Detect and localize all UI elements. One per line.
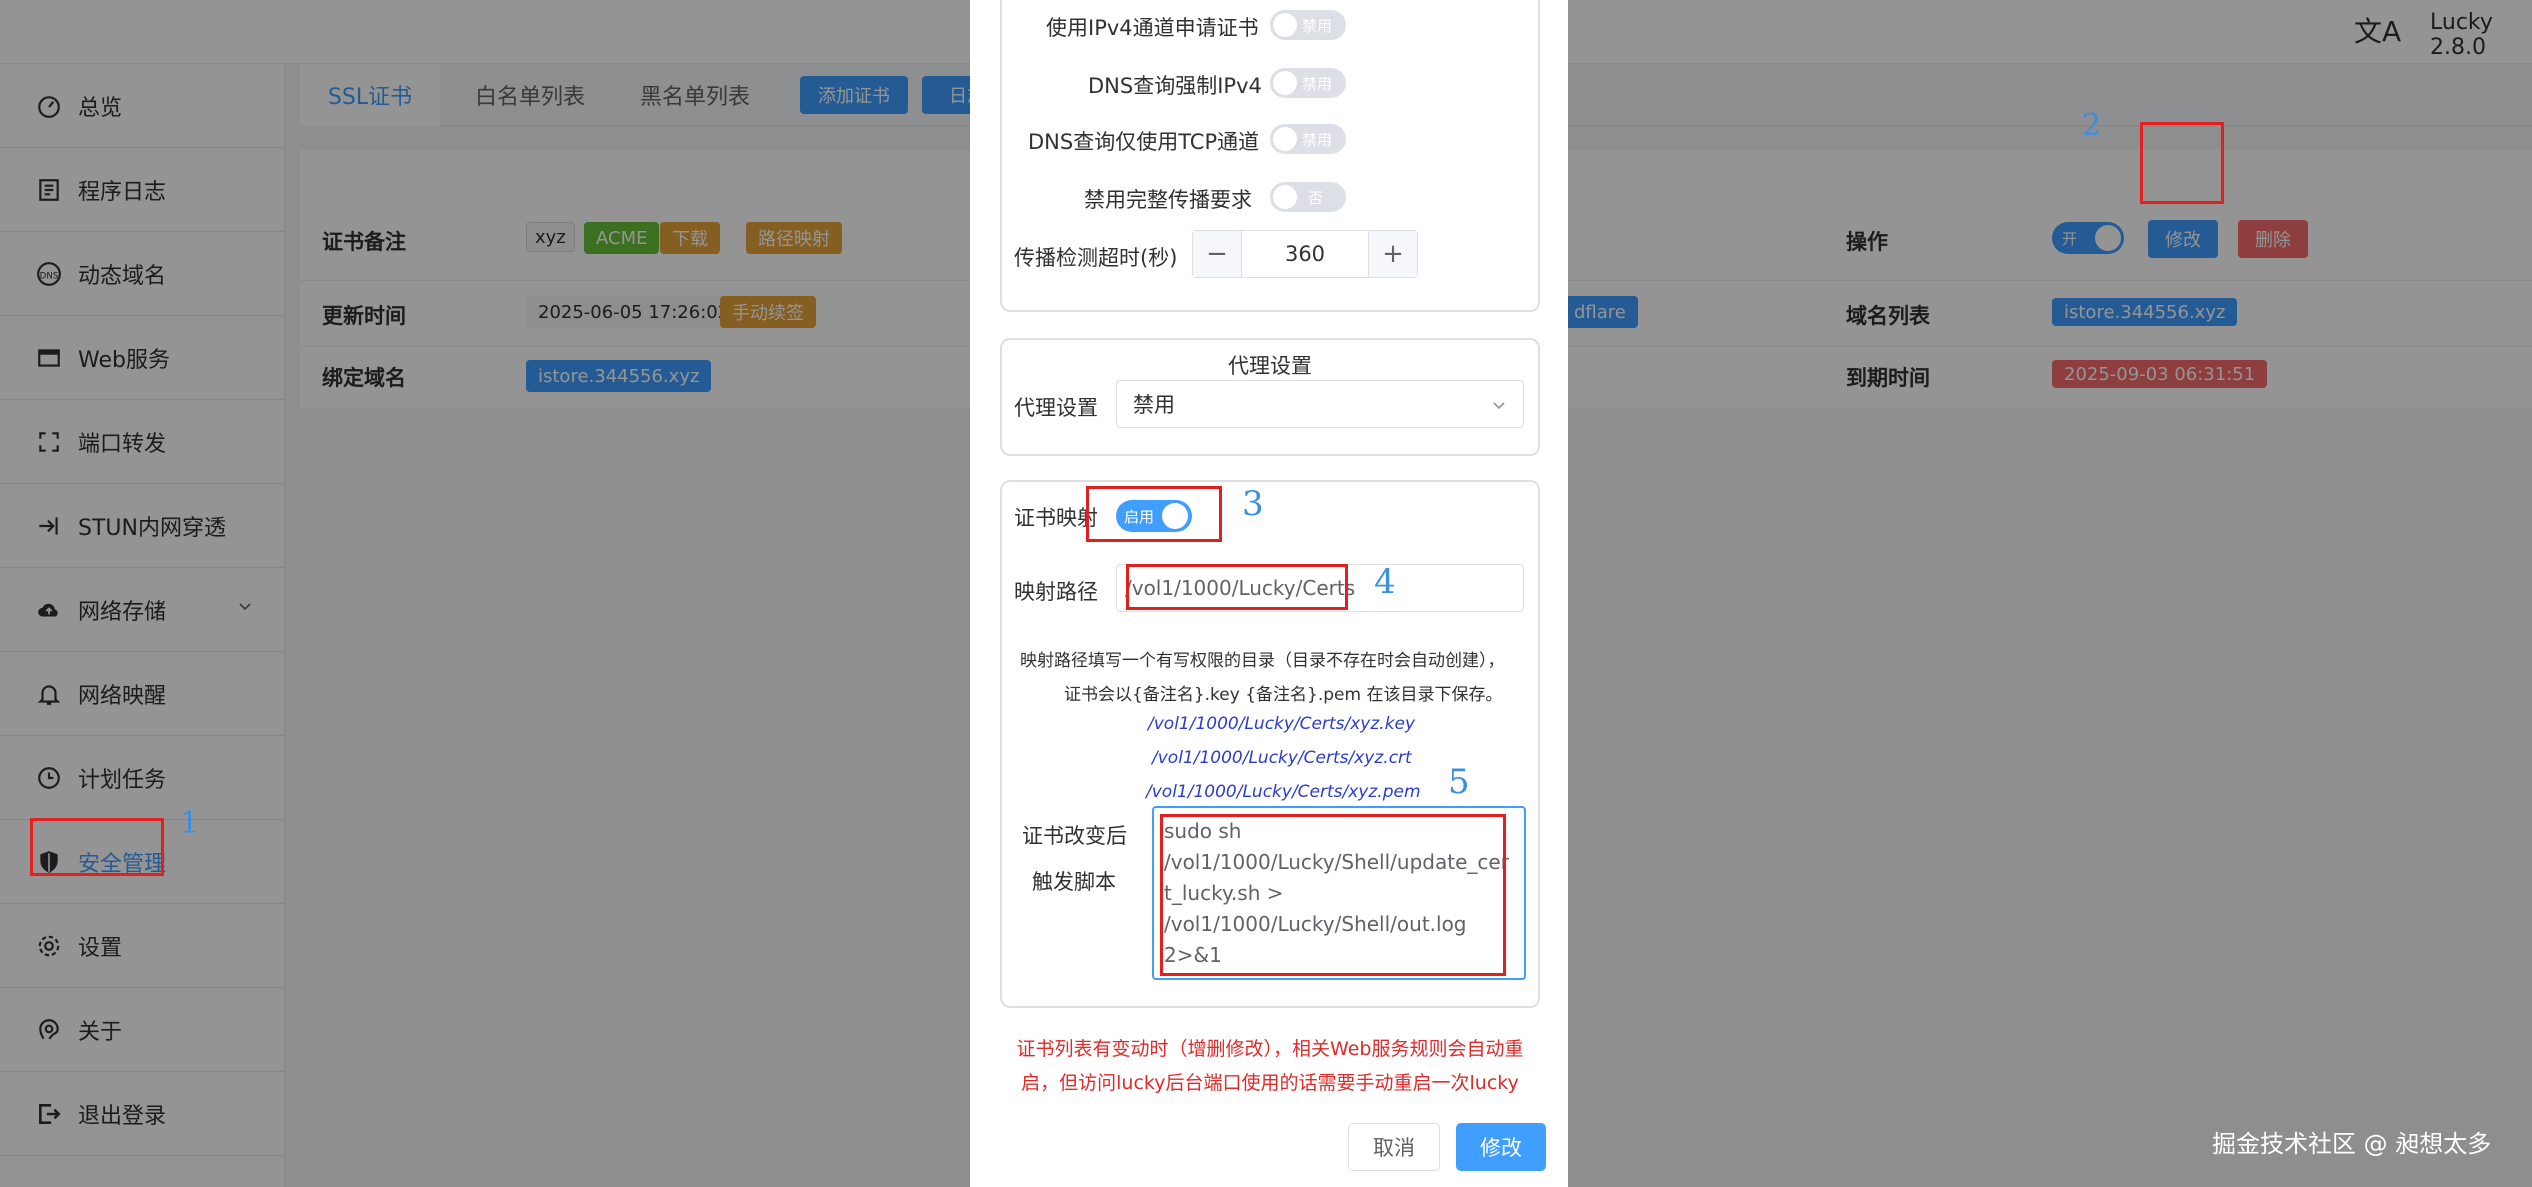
increment-button[interactable]: + — [1369, 231, 1417, 277]
dns-options-panel: 使用IPv4通道申请证书 禁用 DNS查询强制IPv4 禁用 DNS查询仅使用T… — [1000, 0, 1540, 312]
chevron-down-icon — [1493, 402, 1505, 410]
cancel-button[interactable]: 取消 — [1348, 1123, 1440, 1171]
annotation-box-1 — [30, 818, 164, 876]
proxy-label: 代理设置 — [1014, 396, 1098, 420]
ipv4-channel-label: 使用IPv4通道申请证书 — [1046, 16, 1259, 40]
map-path-label: 映射路径 — [1014, 580, 1098, 604]
annotation-2: 2 — [2082, 108, 2102, 143]
proxy-panel: 代理设置 代理设置 禁用 — [1000, 338, 1540, 456]
annotation-box-5 — [1160, 814, 1506, 976]
dns-force-ipv4-switch[interactable]: 禁用 — [1270, 68, 1346, 98]
annotation-box-3 — [1086, 486, 1222, 542]
timeout-value[interactable]: 360 — [1241, 231, 1369, 277]
annotation-box-4 — [1126, 564, 1348, 610]
ipv4-channel-switch[interactable]: 禁用 — [1270, 10, 1346, 40]
proxy-title: 代理设置 — [1228, 354, 1312, 378]
disable-propagation-label: 禁用完整传播要求 — [1084, 188, 1252, 212]
example-crt-path: /vol1/1000/Lucky/Certs/xyz.crt — [1152, 748, 1412, 768]
example-key-path: /vol1/1000/Lucky/Certs/xyz.key — [1148, 714, 1416, 734]
dns-tcp-only-label: DNS查询仅使用TCP通道 — [1028, 130, 1260, 154]
annotation-1: 1 — [180, 806, 200, 841]
annotation-3: 3 — [1242, 484, 1264, 524]
trigger-script-label-2: 触发脚本 — [1032, 870, 1116, 894]
propagation-timeout-label: 传播检测超时(秒) — [1014, 246, 1178, 270]
annotation-4: 4 — [1374, 562, 1396, 602]
warning-line-2: 启，但访问lucky后台端口使用的话需要手动重启一次lucky — [1021, 1072, 1519, 1094]
watermark: 掘金技术社区 @ 昶想太多 — [2212, 1130, 2492, 1158]
example-pem-path: /vol1/1000/Lucky/Certs/xyz.pem — [1146, 782, 1421, 802]
map-path-note-2: 证书会以{备注名}.key {备注名}.pem 在该目录下保存。 — [1064, 685, 1503, 705]
propagation-timeout-stepper: − 360 + — [1192, 230, 1418, 278]
map-path-note-1: 映射路径填写一个有写权限的目录（目录不存在时会自动创建）， — [1020, 651, 1505, 671]
proxy-value: 禁用 — [1133, 393, 1175, 417]
dns-tcp-only-switch[interactable]: 禁用 — [1270, 124, 1346, 154]
dns-force-ipv4-label: DNS查询强制IPv4 — [1088, 74, 1262, 98]
warning-line-1: 证书列表有变动时（增删修改），相关Web服务规则会自动重 — [1016, 1038, 1524, 1060]
annotation-box-2 — [2140, 122, 2224, 204]
decrement-button[interactable]: − — [1193, 231, 1241, 277]
proxy-select[interactable]: 禁用 — [1116, 380, 1524, 428]
trigger-script-label-1: 证书改变后 — [1022, 824, 1127, 848]
submit-button[interactable]: 修改 — [1456, 1123, 1546, 1171]
disable-propagation-switch[interactable]: 否 — [1270, 182, 1346, 212]
annotation-5: 5 — [1448, 762, 1470, 802]
